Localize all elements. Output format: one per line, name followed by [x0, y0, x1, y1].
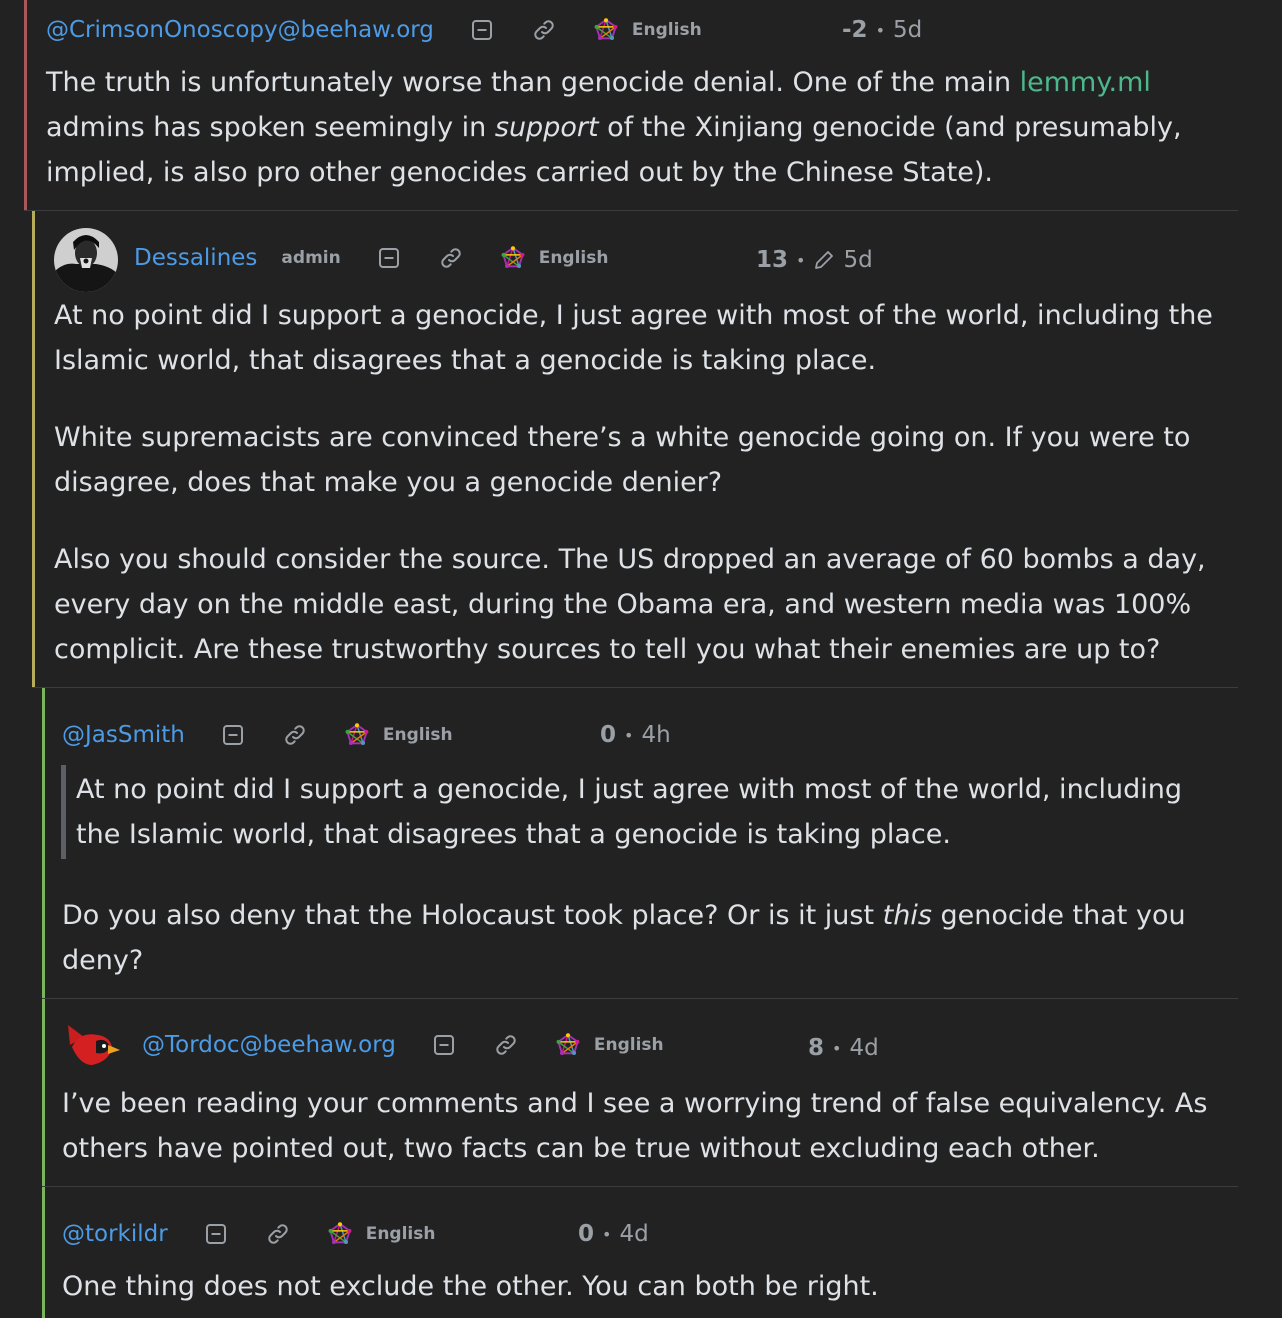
- timestamp: 4h: [641, 722, 671, 748]
- language-label: English: [631, 20, 702, 40]
- score: 0: [600, 722, 617, 748]
- collapse-icon[interactable]: [377, 246, 401, 270]
- comment-tordoc: @Tordoc@beehaw.org English 8 • 4d I’ve b…: [42, 999, 1238, 1186]
- thread-indent-bar: [32, 211, 35, 687]
- avatar[interactable]: [54, 228, 118, 292]
- score: -2: [842, 17, 868, 43]
- comment-dessalines: Dessalines admin English 13 • 5d At no p…: [32, 211, 1238, 687]
- blockquote: At no point did I support a genocide, I …: [61, 765, 1226, 859]
- comment-body: One thing does not exclude the other. Yo…: [62, 1271, 879, 1302]
- comment-body: I’ve been reading your comments and I se…: [62, 1088, 1208, 1164]
- comment-crimson: @CrimsonOnoscopy@beehaw.org English -2 •…: [24, 0, 1238, 210]
- pencil-icon: [813, 249, 835, 271]
- language-label: English: [593, 1035, 664, 1055]
- link-icon[interactable]: [439, 246, 463, 270]
- timestamp: 4d: [849, 1035, 879, 1061]
- score: 0: [578, 1221, 595, 1247]
- admin-badge: admin: [281, 248, 341, 268]
- collapse-icon[interactable]: [204, 1222, 228, 1246]
- link-icon[interactable]: [532, 18, 556, 42]
- fediverse-icon: [328, 1222, 352, 1246]
- fediverse-icon: [556, 1033, 580, 1057]
- comment-paragraph: At no point did I support a genocide, I …: [54, 300, 1213, 376]
- username-link[interactable]: Dessalines: [134, 245, 257, 271]
- comment-thread: @CrimsonOnoscopy@beehaw.org English -2 •…: [0, 0, 1282, 1318]
- comment-jassmith: @JasSmith English 0 • 4h At no point did…: [42, 688, 1238, 998]
- link-icon[interactable]: [266, 1222, 290, 1246]
- thread-indent-bar: [42, 688, 45, 998]
- comment-body: Do you also deny that the Holocaust took…: [62, 900, 1186, 976]
- link-icon[interactable]: [494, 1033, 518, 1057]
- quote-text: At no point did I support a genocide, I …: [76, 774, 1183, 850]
- timestamp: 4d: [619, 1221, 649, 1247]
- lemmy-ml-link[interactable]: lemmy.ml: [1020, 67, 1151, 98]
- language-label: English: [365, 1224, 436, 1244]
- thread-indent-bar: [42, 999, 45, 1186]
- avatar[interactable]: [66, 1017, 124, 1075]
- link-icon[interactable]: [283, 723, 307, 747]
- comment-torkildr: @torkildr English 0 • 4d One thing does …: [42, 1187, 1238, 1318]
- language-label: English: [382, 725, 453, 745]
- username-link[interactable]: @CrimsonOnoscopy@beehaw.org: [46, 17, 434, 43]
- comment-paragraph: White supremacists are convinced there’s…: [54, 422, 1191, 498]
- comment-body: The truth is unfortunately worse than ge…: [46, 67, 1182, 188]
- timestamp: 5d: [893, 17, 923, 43]
- collapse-icon[interactable]: [470, 18, 494, 42]
- username-link[interactable]: @torkildr: [62, 1221, 168, 1247]
- score: 13: [756, 247, 789, 273]
- fediverse-icon: [345, 723, 369, 747]
- timestamp: 5d: [843, 247, 873, 273]
- comment-paragraph: Also you should consider the source. The…: [54, 544, 1206, 665]
- username-link[interactable]: @JasSmith: [62, 722, 185, 748]
- collapse-icon[interactable]: [432, 1033, 456, 1057]
- score: 8: [808, 1035, 825, 1061]
- thread-indent-bar: [42, 1187, 45, 1318]
- language-label: English: [538, 248, 609, 268]
- fediverse-icon: [501, 246, 525, 270]
- fediverse-icon: [594, 18, 618, 42]
- username-link[interactable]: @Tordoc@beehaw.org: [142, 1032, 396, 1058]
- thread-indent-bar: [24, 0, 27, 210]
- collapse-icon[interactable]: [221, 723, 245, 747]
